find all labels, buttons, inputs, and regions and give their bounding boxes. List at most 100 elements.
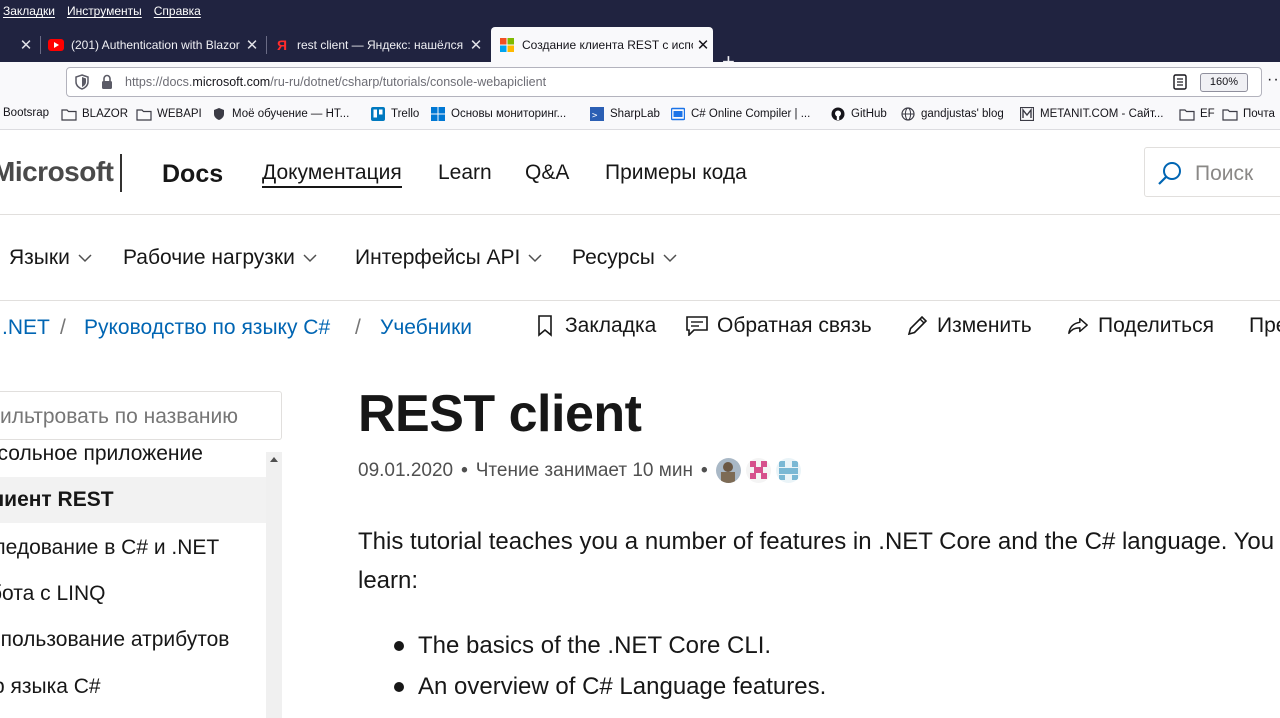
bookmark-folder[interactable]: EF: [1179, 107, 1215, 121]
subnav-apis[interactable]: Интерфейсы API: [355, 246, 542, 270]
bookmark-item[interactable]: METANIT.COM - Сайт...: [1019, 107, 1163, 121]
shield-icon[interactable]: [75, 74, 89, 90]
nav-documentation[interactable]: Документация: [262, 161, 402, 188]
bookmarks-toolbar: Bootsrap BLAZOR WEBAPI Моё обучение — НТ…: [0, 100, 1280, 130]
toc-item[interactable]: Наследование в C# и .NET: [0, 533, 266, 563]
tab-separator: [40, 36, 41, 54]
menu-help[interactable]: Справка: [154, 4, 201, 18]
article-title: REST client: [358, 385, 642, 443]
product-subnav: Языки Рабочие нагрузки Интерфейсы API Ре…: [0, 215, 1280, 301]
github-icon: [830, 107, 846, 121]
logo-text: Microsoft: [0, 156, 114, 187]
close-icon[interactable]: ✕: [16, 36, 36, 54]
bookmark-folder[interactable]: BLAZOR: [61, 107, 128, 121]
article-intro: This tutorial teaches you a number of fe…: [358, 522, 1280, 600]
toc-scrollbar[interactable]: [266, 452, 282, 718]
search-input[interactable]: Поиск: [1144, 147, 1280, 197]
zoom-level-button[interactable]: 160%: [1200, 73, 1248, 92]
folder-icon: [1222, 107, 1238, 121]
toc-item[interactable]: Консольное приложение: [0, 446, 228, 469]
toc-item-selected[interactable]: Клиент REST: [0, 477, 266, 523]
reading-time: Чтение занимает 10 мин: [475, 459, 693, 481]
meta-separator: •: [461, 459, 468, 481]
breadcrumb-tutorials[interactable]: Учебники: [380, 316, 472, 340]
bookmark-item[interactable]: gandjustas' blog: [900, 107, 1004, 121]
scroll-up-icon[interactable]: [269, 455, 279, 463]
subnav-resources[interactable]: Ресурсы: [572, 246, 677, 270]
contributor-avatar[interactable]: [745, 458, 771, 483]
toc-item[interactable]: Обзор языка C#: [0, 672, 266, 702]
address-bar[interactable]: https://docs.microsoft.com/ru-ru/dotnet/…: [66, 67, 1280, 97]
toc-item[interactable]: Работа с LINQ: [0, 579, 266, 609]
close-icon[interactable]: ✕: [693, 36, 713, 54]
more-actions-icon[interactable]: ···: [1267, 71, 1280, 89]
tab-youtube[interactable]: (201) Authentication with Blazor ✕: [48, 27, 262, 62]
bookmark-button[interactable]: Закладка: [534, 314, 656, 338]
metanit-icon: [1019, 107, 1035, 121]
bookmark-icon: [534, 315, 556, 337]
bookmark-label: C# Online Compiler | ...: [691, 108, 811, 120]
breadcrumb-dotnet[interactable]: .NET: [2, 316, 50, 340]
tab-separator: [266, 36, 267, 54]
folder-icon: [61, 107, 77, 121]
close-icon[interactable]: ✕: [466, 36, 486, 54]
chevron-down-icon: [78, 254, 92, 263]
feedback-button[interactable]: Обратная связь: [686, 314, 872, 338]
article-meta: 09.01.2020 • Чтение занимает 10 мин •: [358, 458, 806, 483]
cropped-list-item: [418, 712, 748, 718]
subnav-label: Рабочие нагрузки: [123, 246, 295, 269]
search-placeholder: Поиск: [1195, 162, 1254, 185]
edit-button[interactable]: Изменить: [906, 314, 1032, 338]
action-label: Закладка: [565, 314, 657, 337]
folder-icon: [136, 107, 152, 121]
more-action-button[interactable]: Пре: [1249, 314, 1280, 338]
sharplab-icon: >: [589, 107, 605, 121]
action-label: Обратная связь: [717, 314, 872, 337]
tab-partial[interactable]: ✕: [0, 27, 36, 62]
docs-header: Microsoft Docs Документация Learn Q&A Пр…: [0, 131, 1280, 215]
bookmark-item[interactable]: C# Online Compiler | ...: [670, 107, 810, 121]
subnav-workloads[interactable]: Рабочие нагрузки: [123, 246, 317, 270]
svg-text:>: >: [592, 111, 598, 121]
feedback-icon: [686, 315, 708, 337]
bookmark-item[interactable]: Trello: [370, 107, 419, 121]
docs-home-link[interactable]: Docs: [162, 160, 223, 189]
contributor-avatar[interactable]: [775, 458, 801, 483]
toc-filter-input[interactable]: Фильтровать по названию: [0, 391, 282, 440]
toc-list: Консольное приложение Клиент REST Наслед…: [0, 446, 266, 718]
reader-view-icon[interactable]: [1173, 74, 1187, 90]
globe-icon: [900, 107, 916, 121]
url-path: /ru-ru/dotnet/csharp/tutorials/console-w…: [270, 75, 547, 89]
subnav-languages[interactable]: Языки: [9, 246, 92, 270]
tab-active-docs[interactable]: Создание клиента REST с испо ✕: [491, 27, 713, 62]
breadcrumb-csharp-guide[interactable]: Руководство по языку C#: [84, 316, 330, 340]
bookmark-folder[interactable]: WEBAPI: [136, 107, 202, 121]
nav-qa[interactable]: Q&A: [525, 161, 569, 185]
tab-yandex[interactable]: Я rest client — Яндекс: нашёлся ✕: [274, 27, 486, 62]
menu-bookmarks[interactable]: Закладки: [3, 4, 55, 18]
share-icon: [1067, 315, 1089, 337]
bookmark-item[interactable]: Основы мониторинг...: [430, 107, 566, 121]
nav-code-samples[interactable]: Примеры кода: [605, 161, 747, 185]
share-button[interactable]: Поделиться: [1067, 314, 1214, 338]
bookmark-item[interactable]: Моё обучение — НТ...: [211, 107, 349, 121]
bookmark-label: GitHub: [851, 108, 887, 120]
bookmark-folder[interactable]: Почта: [1222, 107, 1275, 121]
lock-icon[interactable]: [101, 74, 113, 90]
nav-learn[interactable]: Learn: [438, 161, 492, 185]
toc-item-label: Клиент REST: [0, 488, 114, 511]
subnav-label: Интерфейсы API: [355, 246, 521, 269]
url-domain: microsoft.com: [192, 75, 271, 89]
bookmark-label: BLAZOR: [82, 108, 129, 120]
bookmark-item[interactable]: Bootsrap: [3, 107, 49, 119]
menu-tools[interactable]: Инструменты: [67, 4, 142, 18]
microsoft-logo[interactable]: Microsoft: [0, 156, 114, 188]
bookmark-label: EF: [1200, 108, 1215, 120]
contributor-avatar[interactable]: [715, 458, 741, 483]
bookmark-item[interactable]: GitHub: [830, 107, 887, 121]
close-icon[interactable]: ✕: [242, 36, 262, 54]
bookmark-item[interactable]: > SharpLab: [589, 107, 660, 121]
article-date: 09.01.2020: [358, 459, 454, 481]
url-text[interactable]: https://docs.microsoft.com/ru-ru/dotnet/…: [125, 75, 546, 89]
toc-item[interactable]: Использование атрибутов: [0, 625, 266, 655]
